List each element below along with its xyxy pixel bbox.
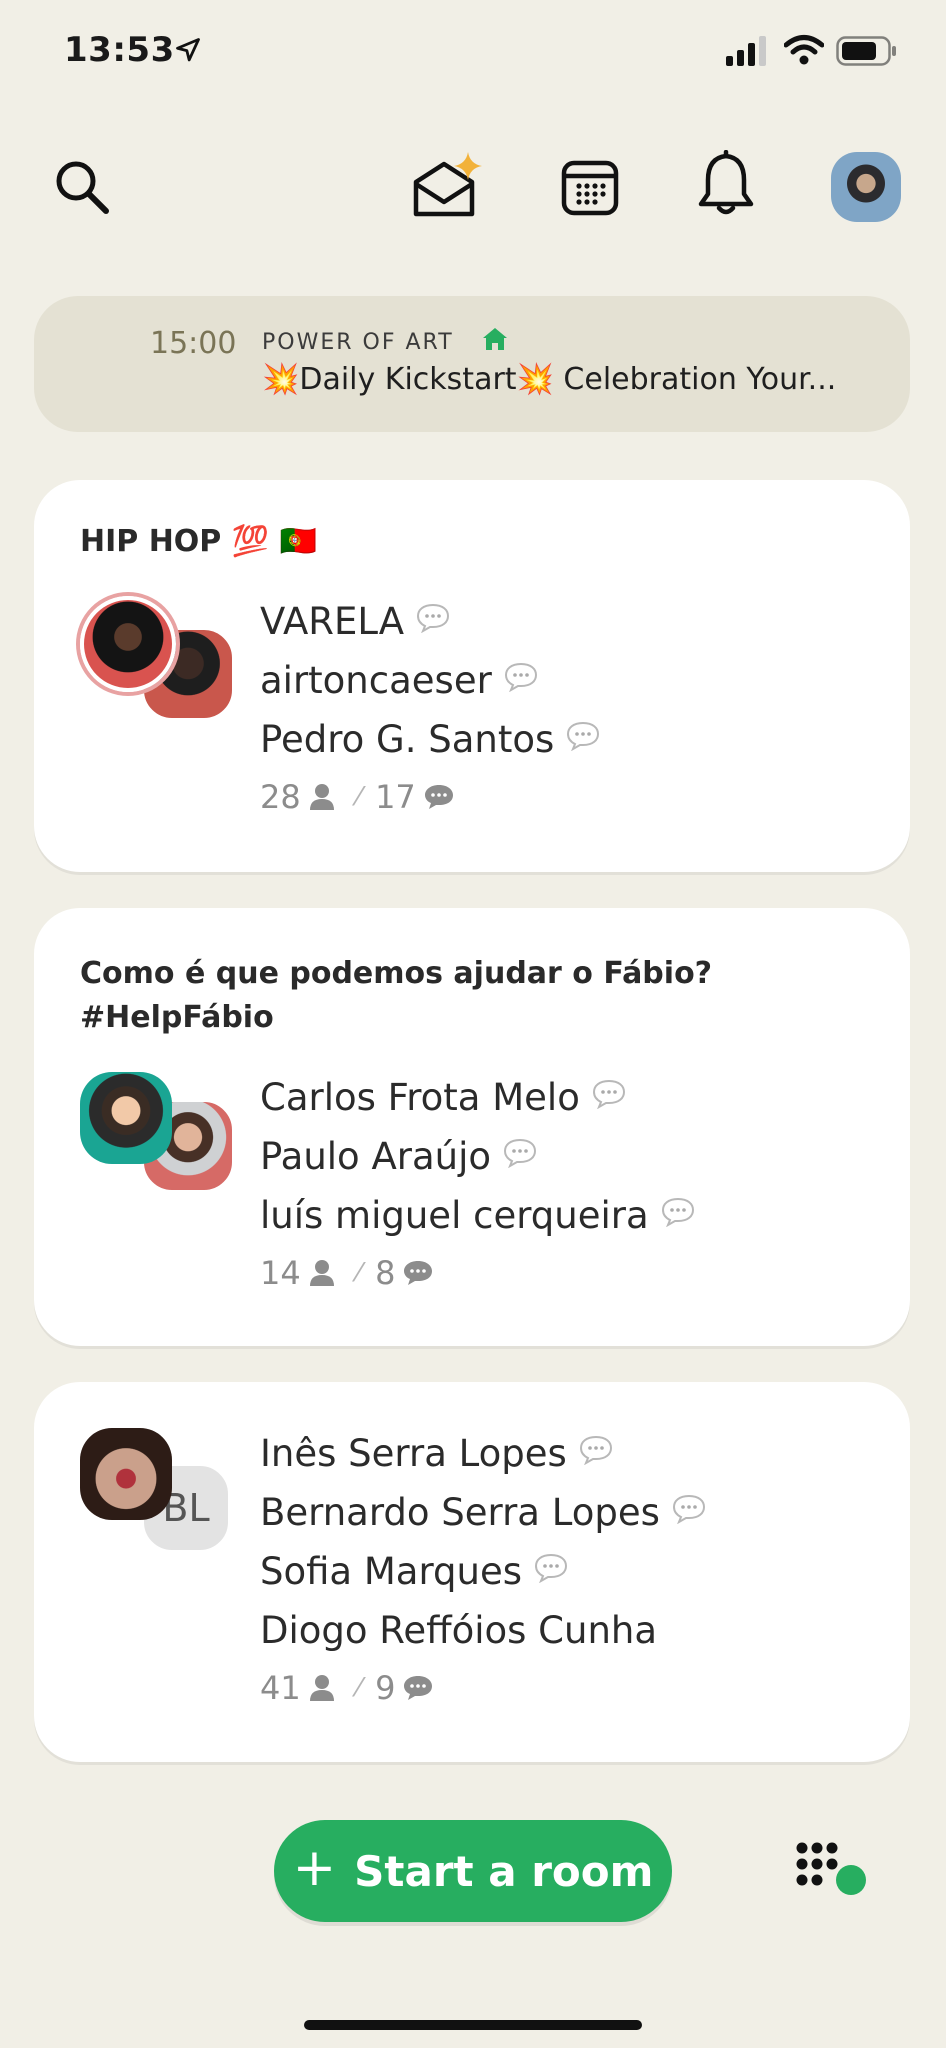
- calendar-icon: [561, 160, 619, 216]
- backchannel-button[interactable]: [794, 1842, 866, 1898]
- room-card[interactable]: BL Inês Serra Lopes Bernardo Serra Lopes…: [34, 1382, 910, 1762]
- list-item: airtoncaeser: [260, 651, 600, 710]
- start-room-label: Start a room: [354, 1846, 654, 1896]
- status-time: 13:53: [64, 30, 175, 70]
- speaker-name: Sofia Marques: [260, 1550, 522, 1593]
- list-item: Pedro G. Santos: [260, 710, 600, 769]
- listener-count: 14: [260, 1254, 301, 1292]
- speaker-list: VARELA airtoncaeser Pedro G. Santos 28 ⁄…: [260, 592, 600, 825]
- speaker-count: 8: [375, 1254, 396, 1292]
- room-stats: 14 ⁄ 8: [260, 1245, 695, 1301]
- list-item: Paulo Araújo: [260, 1127, 695, 1186]
- speech-bubble-icon: [504, 1138, 537, 1168]
- list-item: Inês Serra Lopes: [260, 1424, 706, 1483]
- room-title: HIP HOP 💯 🇵🇹: [80, 524, 317, 559]
- room-card[interactable]: Como é que podemos ajudar o Fábio? #Help…: [34, 908, 910, 1346]
- speaker-name: Bernardo Serra Lopes: [260, 1491, 660, 1534]
- separator: ⁄: [356, 782, 362, 812]
- house-icon: [483, 328, 507, 350]
- plus-icon: +: [292, 1838, 337, 1898]
- speech-bubble-icon: [579, 1435, 612, 1465]
- avatar: [80, 1428, 172, 1520]
- speaker-name: VARELA: [260, 600, 405, 643]
- list-item: VARELA: [260, 592, 600, 651]
- upcoming-event-banner[interactable]: 15:00 POWER OF ART 💥Daily Kickstart💥 Cel…: [34, 296, 910, 432]
- speech-bubble-icon: [672, 1494, 705, 1524]
- search-button[interactable]: [50, 155, 114, 219]
- list-item: Carlos Frota Melo: [260, 1068, 695, 1127]
- avatar: [80, 596, 176, 692]
- hallway-screen: 13:53 15:00 POWER OF ART 💥Daily Kickstar…: [0, 0, 946, 2048]
- speaker-name: Paulo Araújo: [260, 1135, 492, 1178]
- chat-bubble-icon: [424, 785, 453, 809]
- list-item: luís miguel cerqueira: [260, 1186, 695, 1245]
- person-icon: [309, 1260, 334, 1286]
- upcoming-event-club: POWER OF ART: [262, 330, 454, 355]
- profile-avatar[interactable]: [831, 152, 901, 222]
- separator: ⁄: [356, 1258, 362, 1288]
- speaker-name: Diogo Reffóios Cunha: [260, 1609, 658, 1652]
- speech-bubble-icon: [504, 662, 537, 692]
- person-icon: [309, 1675, 334, 1701]
- wifi-icon: [784, 35, 824, 65]
- room-stats: 41 ⁄ 9: [260, 1660, 706, 1716]
- upcoming-event-title: 💥Daily Kickstart💥 Celebration Your...: [262, 362, 837, 397]
- start-room-button[interactable]: + Start a room: [274, 1820, 672, 1922]
- room-stats: 28 ⁄ 17: [260, 769, 600, 825]
- list-item: Bernardo Serra Lopes: [260, 1483, 706, 1542]
- speech-bubble-icon: [661, 1197, 694, 1227]
- listener-count: 28: [260, 778, 301, 816]
- cellular-signal-icon: [726, 36, 766, 66]
- upcoming-event-time: 15:00: [150, 326, 237, 361]
- speaker-name: Inês Serra Lopes: [260, 1432, 567, 1475]
- speech-bubble-icon: [534, 1553, 568, 1583]
- speaker-name: airtoncaeser: [260, 659, 492, 702]
- notifications-button[interactable]: [694, 150, 758, 216]
- home-indicator: [304, 2020, 642, 2030]
- speaker-name: Pedro G. Santos: [260, 718, 555, 761]
- speech-bubble-icon: [417, 603, 450, 633]
- invite-button[interactable]: [408, 150, 488, 222]
- chat-bubble-icon: [404, 1261, 433, 1285]
- avatar: [80, 1072, 172, 1164]
- room-card[interactable]: HIP HOP 💯 🇵🇹 VARELA airtoncaeser Pedro G…: [34, 480, 910, 872]
- separator: ⁄: [356, 1673, 362, 1703]
- speaker-name: luís miguel cerqueira: [260, 1194, 649, 1237]
- location-arrow-icon: [176, 38, 200, 62]
- listener-count: 41: [260, 1669, 301, 1707]
- battery-icon: [836, 36, 896, 66]
- envelope-sparkle-icon: [413, 152, 482, 217]
- room-title: Como é que podemos ajudar o Fábio? #Help…: [80, 956, 713, 1035]
- search-icon: [56, 161, 109, 214]
- speech-bubble-icon: [567, 721, 600, 751]
- speech-bubble-icon: [592, 1079, 625, 1109]
- speaker-count: 9: [375, 1669, 396, 1707]
- person-icon: [309, 784, 334, 810]
- speaker-name: Carlos Frota Melo: [260, 1076, 580, 1119]
- list-item: Sofia Marques: [260, 1542, 706, 1601]
- speaker-count: 17: [375, 778, 416, 816]
- speaker-list: Inês Serra Lopes Bernardo Serra Lopes So…: [260, 1424, 706, 1716]
- list-item: Diogo Reffóios Cunha: [260, 1601, 706, 1660]
- speaker-list: Carlos Frota Melo Paulo Araújo luís migu…: [260, 1068, 695, 1301]
- bell-icon: [698, 150, 754, 215]
- chat-bubble-icon: [404, 1676, 433, 1700]
- status-bar: 13:53: [0, 0, 946, 100]
- calendar-button[interactable]: [558, 156, 622, 220]
